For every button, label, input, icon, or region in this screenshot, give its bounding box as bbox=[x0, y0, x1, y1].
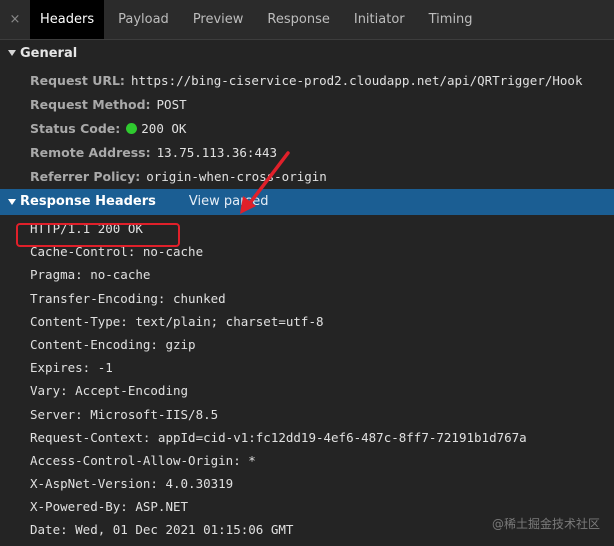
header-row: Content-Type: text/plain; charset=utf-8 bbox=[30, 313, 324, 329]
tab-initiator[interactable]: Initiator bbox=[344, 0, 415, 39]
view-parsed-link[interactable]: View parsed bbox=[189, 194, 269, 209]
status-dot-icon bbox=[126, 122, 138, 134]
general-row-request-method: Request Method: POST bbox=[0, 92, 614, 116]
header-row: Vary: Accept-Encoding bbox=[30, 383, 189, 399]
request-method-label: Request Method: bbox=[30, 96, 151, 112]
general-section-header[interactable]: General bbox=[0, 40, 614, 66]
header-row: Request-Context: appId=cid-v1:fc12dd19-4… bbox=[30, 429, 527, 445]
tab-response[interactable]: Response bbox=[257, 0, 339, 39]
tab-preview[interactable]: Preview bbox=[183, 0, 254, 39]
header-row: Pragma: no-cache bbox=[30, 267, 151, 283]
status-code-label: Status Code: bbox=[30, 120, 121, 136]
header-row: Server: Microsoft-IIS/8.5 bbox=[30, 406, 219, 422]
status-code-value: 200 OK bbox=[141, 120, 187, 136]
header-row: X-AspNet-Version: 4.0.30319 bbox=[30, 476, 234, 492]
response-headers-section-header[interactable]: Response Headers View parsed bbox=[0, 188, 614, 215]
header-row: Transfer-Encoding: chunked bbox=[30, 290, 226, 306]
request-url-value: https://bing-ciservice-prod2.cloudapp.ne… bbox=[130, 72, 583, 88]
triangle-down-icon bbox=[8, 50, 16, 56]
tab-headers[interactable]: Headers bbox=[30, 0, 105, 39]
request-url-label: Request URL: bbox=[30, 72, 125, 88]
watermark: @稀土掘金技术社区 bbox=[491, 517, 600, 531]
general-row-status-code: Status Code: 200 OK bbox=[0, 116, 614, 140]
general-row-request-url: Request URL: https://bing-ciservice-prod… bbox=[0, 68, 614, 92]
general-title: General bbox=[20, 45, 78, 61]
tab-payload[interactable]: Payload bbox=[108, 0, 179, 39]
highlight-box bbox=[16, 223, 180, 247]
close-icon[interactable]: × bbox=[0, 0, 30, 39]
triangle-down-icon bbox=[8, 198, 16, 205]
header-row: Content-Encoding: gzip bbox=[30, 336, 196, 352]
header-row: Access-Control-Allow-Origin: * bbox=[30, 452, 256, 468]
header-row: Expires: -1 bbox=[30, 360, 113, 376]
tab-timing[interactable]: Timing bbox=[419, 0, 483, 39]
devtools-tab-bar: × Headers Payload Preview Response Initi… bbox=[0, 0, 614, 40]
remote-address-value: 13.75.113.36:443 bbox=[156, 145, 278, 161]
general-rows: Request URL: https://bing-ciservice-prod… bbox=[0, 66, 614, 189]
general-row-referrer-policy: Referrer Policy: origin-when-cross-origi… bbox=[0, 165, 614, 189]
response-header-rows: HTTP/1.1 200 OK Cache-Control: no-cache … bbox=[0, 215, 614, 542]
general-row-remote-address: Remote Address: 13.75.113.36:443 bbox=[0, 141, 614, 165]
remote-address-label: Remote Address: bbox=[30, 145, 151, 161]
request-method-value: POST bbox=[156, 96, 187, 112]
response-headers-title: Response Headers bbox=[20, 194, 156, 210]
referrer-policy-label: Referrer Policy: bbox=[30, 169, 141, 185]
referrer-policy-value: origin-when-cross-origin bbox=[146, 169, 327, 185]
